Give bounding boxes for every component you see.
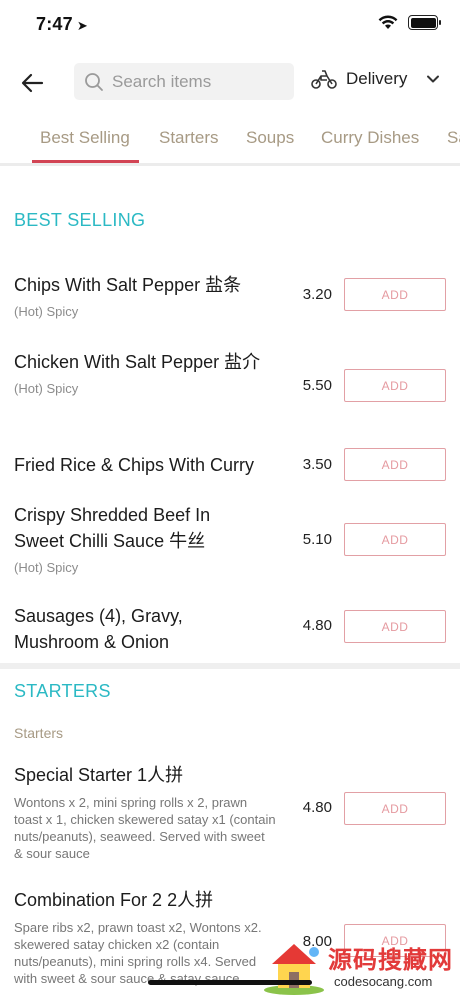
tab-soups[interactable]: Soups [246, 128, 294, 148]
item-name: Sausages (4), Gravy, Mushroom & Onion [14, 606, 183, 652]
top-bar: Delivery [0, 60, 460, 104]
item-price: 4.80 [302, 617, 332, 634]
battery-icon [408, 15, 441, 30]
chevron-down-icon [427, 75, 440, 83]
back-arrow-icon [21, 73, 44, 93]
menu-item: Chicken With Salt Pepper 盐介 (Hot) Spicy … [14, 349, 446, 429]
menu-item: Chips With Salt Pepper 盐条 (Hot) Spicy 3.… [14, 272, 446, 332]
add-button[interactable]: ADD [344, 369, 446, 402]
scooter-icon [311, 70, 337, 89]
status-time: 7:47 ➤ [36, 14, 88, 35]
wifi-icon [378, 15, 398, 29]
section-title-best-selling: BEST SELLING [14, 210, 146, 230]
add-button[interactable]: ADD [344, 792, 446, 825]
tab-best-selling[interactable]: Best Selling [40, 128, 130, 148]
watermark: 源码搜藏网 codesocang.com [262, 938, 460, 996]
status-icons [378, 15, 441, 30]
category-tabs: Best Selling Starters Soups Curry Dishes… [0, 118, 460, 166]
item-name: Special Starter 1人拼 [14, 765, 184, 785]
add-button[interactable]: ADD [344, 523, 446, 556]
section-title-starters: STARTERS [14, 681, 111, 701]
watermark-text: 源码搜藏网 [328, 947, 453, 974]
item-price: 3.50 [302, 456, 332, 473]
back-button[interactable] [18, 68, 48, 98]
tab-starters[interactable]: Starters [159, 128, 219, 148]
search-input[interactable] [112, 71, 282, 92]
delivery-selector[interactable]: Delivery [310, 68, 441, 90]
subcategory-label: Starters [14, 725, 64, 741]
home-indicator [148, 980, 312, 985]
menu-item: Crispy Shredded Beef In Sweet Chilli Sau… [14, 502, 446, 582]
active-tab-indicator [32, 160, 139, 163]
item-name: Combination For 2 2人拼 [14, 890, 214, 910]
house-logo-icon [264, 944, 324, 995]
item-tag: (Hot) Spicy [14, 560, 79, 575]
item-price: 5.10 [302, 531, 332, 548]
item-price: 4.80 [302, 799, 332, 816]
add-button[interactable]: ADD [344, 448, 446, 481]
item-description: Spare ribs x2, prawn toast x2, Wontons x… [14, 920, 262, 986]
add-button[interactable]: ADD [344, 278, 446, 311]
item-name: Chicken With Salt Pepper 盐介 [14, 352, 261, 372]
menu-item: Special Starter 1人拼 Wontons x 2, mini sp… [14, 762, 446, 862]
menu-item: Fried Rice & Chips With Curry 3.50 ADD [14, 448, 446, 482]
item-price: 5.50 [302, 377, 332, 394]
search-box[interactable] [74, 63, 294, 100]
item-name: Chips With Salt Pepper 盐条 [14, 275, 242, 295]
status-bar: 7:47 ➤ [0, 0, 460, 50]
item-name: Fried Rice & Chips With Curry [14, 455, 255, 475]
item-description: Wontons x 2, mini spring rolls x 2, praw… [14, 795, 276, 861]
search-icon [85, 72, 103, 91]
time-text: 7:47 [36, 14, 73, 34]
tab-sa[interactable]: Sa [447, 128, 460, 148]
item-price: 3.20 [302, 286, 332, 303]
watermark-subtext: codesocang.com [334, 974, 433, 989]
tab-curry-dishes[interactable]: Curry Dishes [321, 128, 419, 148]
add-button[interactable]: ADD [344, 610, 446, 643]
delivery-label: Delivery [346, 69, 408, 88]
menu-item: Sausages (4), Gravy, Mushroom & Onion 4.… [14, 603, 446, 657]
section-divider [0, 663, 460, 669]
location-arrow-icon: ➤ [76, 18, 88, 33]
item-name: Crispy Shredded Beef In Sweet Chilli Sau… [14, 505, 211, 551]
